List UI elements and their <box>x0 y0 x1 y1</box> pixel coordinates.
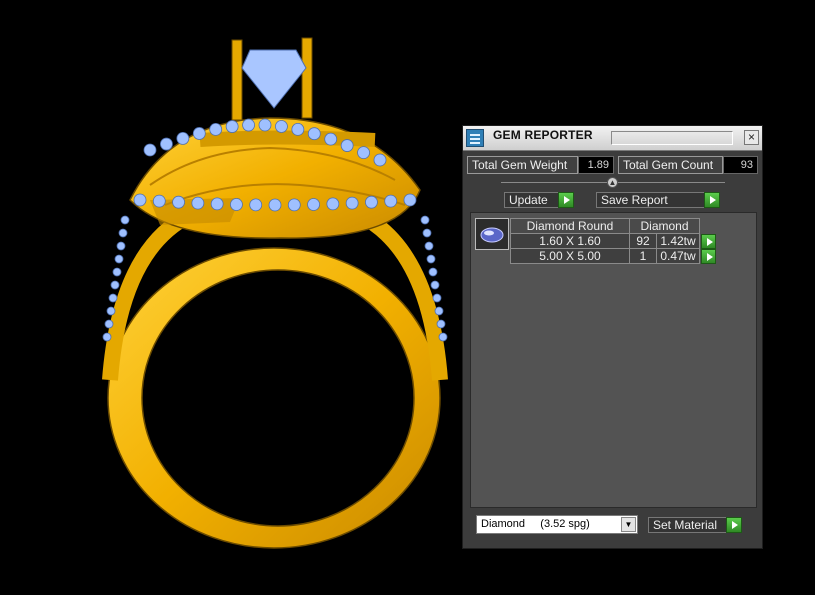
panel-title: GEM REPORTER <box>493 128 593 142</box>
row-size: 5.00 X 5.00 <box>510 248 630 264</box>
chevron-up-icon[interactable]: ▲ <box>607 177 618 188</box>
round-diamond-icon <box>475 218 509 250</box>
material-select-value: Diamond (3.52 spg) <box>481 518 590 530</box>
set-material-go-icon[interactable] <box>726 517 742 533</box>
chevron-down-icon[interactable]: ▼ <box>621 517 636 532</box>
gem-reporter-panel: GEM REPORTER × Total Gem Weight 1.89 Tot… <box>462 125 763 549</box>
save-report-button[interactable]: Save Report <box>596 192 704 208</box>
3d-viewport[interactable] <box>0 0 460 595</box>
total-gem-weight-label: Total Gem Weight <box>467 156 578 174</box>
row-weight: 1.42tw <box>656 233 700 249</box>
gem-list: Diamond Round Diamond 1.60 X 1.60 92 1.4… <box>470 212 757 508</box>
gem-table: Diamond Round Diamond 1.60 X 1.60 92 1.4… <box>510 218 718 264</box>
save-report-go-icon[interactable] <box>704 192 720 208</box>
material-select[interactable]: Diamond (3.52 spg) ▼ <box>476 515 638 534</box>
row-go-icon[interactable] <box>701 248 716 264</box>
update-button[interactable]: Update <box>504 192 558 208</box>
header-shape: Diamond Round <box>510 218 630 234</box>
total-gem-count-label: Total Gem Count <box>618 156 723 174</box>
total-gem-count-value: 93 <box>723 156 758 174</box>
gem-reporter-app-icon <box>466 129 484 147</box>
row-go-icon[interactable] <box>701 233 716 249</box>
row-count: 92 <box>629 233 657 249</box>
ring-render <box>102 37 448 549</box>
title-divider <box>611 131 733 145</box>
set-material-button[interactable]: Set Material <box>648 517 726 533</box>
update-go-icon[interactable] <box>558 192 574 208</box>
table-header-row: Diamond Round Diamond <box>510 218 718 234</box>
row-count: 1 <box>629 248 657 264</box>
total-gem-weight-value: 1.89 <box>578 156 614 174</box>
row-size: 1.60 X 1.60 <box>510 233 630 249</box>
table-row[interactable]: 5.00 X 5.00 1 0.47tw <box>510 248 718 264</box>
row-weight: 0.47tw <box>656 248 700 264</box>
header-material: Diamond <box>629 218 700 234</box>
table-row[interactable]: 1.60 X 1.60 92 1.42tw <box>510 233 718 249</box>
close-icon[interactable]: × <box>744 130 759 145</box>
title-bar[interactable]: GEM REPORTER × <box>463 126 762 151</box>
